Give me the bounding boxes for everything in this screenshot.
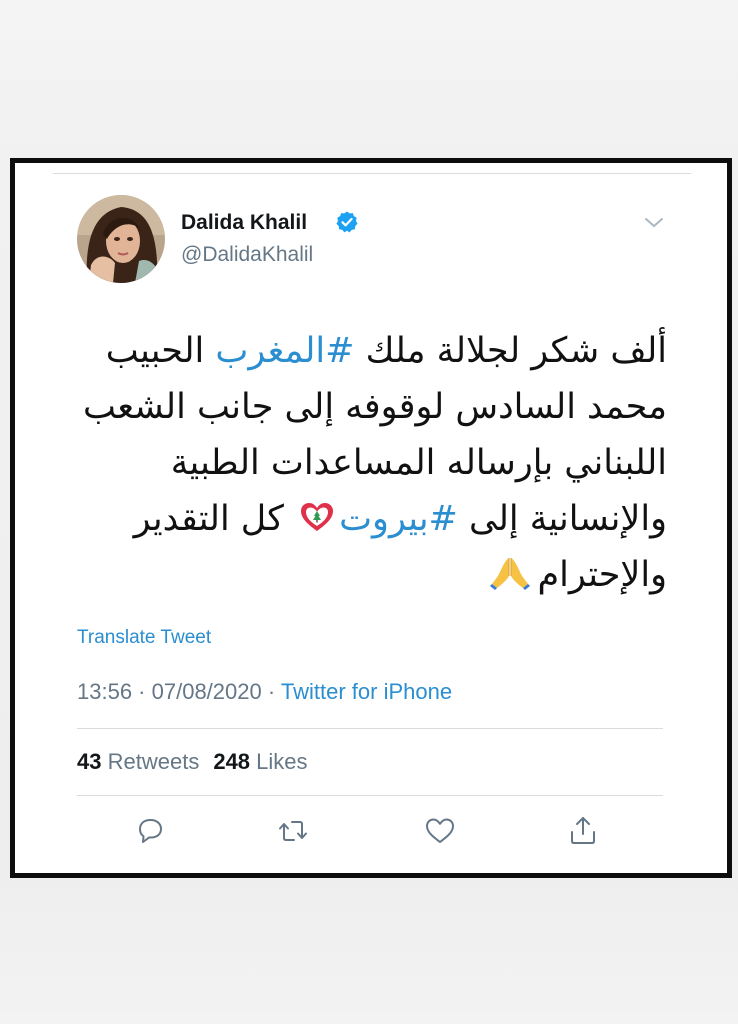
- heart-icon: [426, 818, 454, 843]
- retweet-button[interactable]: [275, 813, 311, 849]
- tweet-line-5: والإحترام: [75, 547, 667, 603]
- display-name[interactable]: Dalida Khalil: [181, 211, 307, 235]
- reply-button[interactable]: [132, 813, 168, 849]
- retweet-icon: [279, 821, 307, 841]
- verified-badge-icon: [335, 210, 359, 234]
- tweet-line-3: اللبناني بإرساله المساعدات الطبية: [170, 443, 667, 483]
- likes-stat[interactable]: 248 Likes: [213, 749, 307, 774]
- share-button[interactable]: [565, 813, 601, 849]
- tweet-source-link[interactable]: Twitter for iPhone: [281, 679, 452, 704]
- tweet-text: ألف شكر لجلالة ملك #المغرب الحبيب محمد ا…: [75, 323, 667, 603]
- translate-tweet-link[interactable]: Translate Tweet: [77, 627, 211, 649]
- tweet-line-1: ألف شكر لجلالة ملك #المغرب الحبيب: [75, 323, 667, 379]
- tweet-text-segment: والإحترام: [537, 555, 668, 595]
- hashtag-link[interactable]: #بيروت: [339, 499, 458, 539]
- retweets-stat[interactable]: 43 Retweets: [77, 749, 199, 774]
- tweet-time[interactable]: 13:56: [77, 679, 132, 704]
- hashtag-link[interactable]: #المغرب: [215, 331, 354, 371]
- tweet-text-segment: والإنسانية إلى: [457, 499, 667, 539]
- chevron-down-icon[interactable]: [643, 215, 665, 231]
- tweet-card: Dalida Khalil @DalidaKhalil ألف شكر لجلا…: [10, 158, 732, 878]
- tweet-line-2: محمد السادس لوقوفه إلى جانب الشعب: [82, 387, 667, 427]
- lebanon-flag-heart-icon: [299, 494, 335, 531]
- like-button[interactable]: [422, 813, 458, 849]
- meta-separator: ·: [261, 679, 281, 704]
- meta-separator: ·: [132, 679, 152, 704]
- tweet-date[interactable]: 07/08/2020: [152, 679, 262, 704]
- folded-hands-icon: [489, 551, 530, 590]
- actions-top-divider: [77, 795, 663, 796]
- likes-label: Likes: [256, 749, 308, 774]
- speech-bubble-icon: [139, 819, 162, 843]
- top-divider: [53, 173, 691, 174]
- avatar[interactable]: [77, 195, 165, 283]
- likes-count: 248: [213, 749, 251, 774]
- tweet-stats: 43 Retweets 248 Likes: [77, 749, 308, 775]
- retweets-label: Retweets: [107, 749, 200, 774]
- user-handle[interactable]: @DalidaKhalil: [181, 243, 313, 267]
- share-icon: [571, 817, 595, 844]
- stats-top-divider: [77, 728, 663, 729]
- tweet-meta: 13:56 · 07/08/2020 · Twitter for iPhone: [77, 679, 452, 705]
- tweet-text-segment: كل التقدير: [133, 499, 296, 539]
- tweet-text-segment: الحبيب: [105, 331, 216, 371]
- tweet-line-4: والإنسانية إلى #بيروت كل التقدير: [75, 491, 667, 547]
- retweets-count: 43: [77, 749, 102, 774]
- tweet-text-segment: ألف شكر لجلالة ملك: [354, 331, 667, 371]
